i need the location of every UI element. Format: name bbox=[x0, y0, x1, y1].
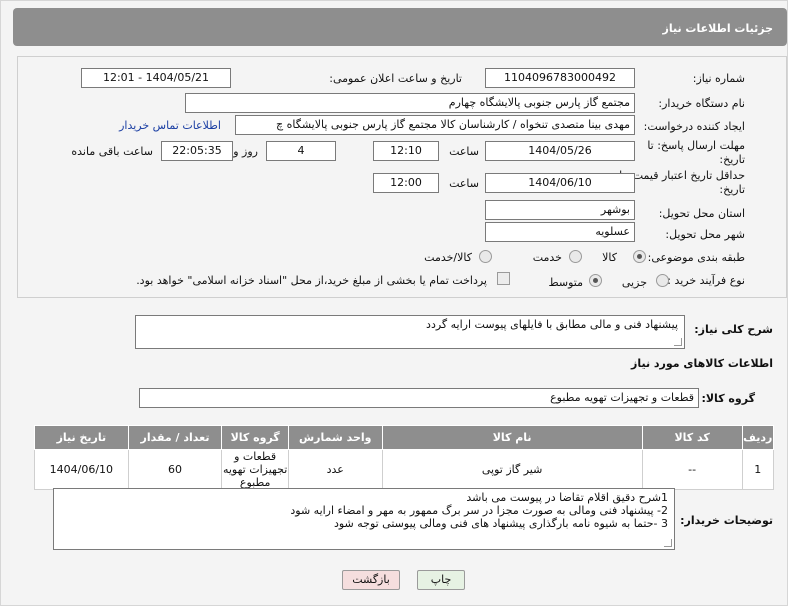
category-radio-goods-service[interactable] bbox=[479, 250, 492, 263]
category-option-service: خدمت bbox=[532, 251, 562, 264]
buyer-note-line-1: 1شرح دقیق اقلام تقاضا در پیوست می باشد bbox=[466, 491, 668, 504]
goods-group-label: گروه کالا: bbox=[701, 392, 755, 405]
reply-time-field[interactable]: 12:10 bbox=[373, 141, 439, 161]
category-option-goods: کالا bbox=[602, 251, 617, 264]
cell-name: شیر گاز توپی bbox=[381, 449, 643, 490]
cell-unit: عدد bbox=[287, 449, 383, 490]
buyer-contact-link[interactable]: اطلاعات تماس خریدار bbox=[119, 119, 221, 132]
goods-info-heading: اطلاعات کالاهای مورد نیاز bbox=[631, 357, 773, 370]
treasury-text: پرداخت تمام یا بخشی از مبلغ خرید،از محل … bbox=[136, 274, 487, 287]
cell-qty: 60 bbox=[127, 449, 223, 490]
col-header-row: ردیف bbox=[741, 425, 775, 450]
announce-field[interactable]: 1404/05/21 - 12:01 bbox=[81, 68, 231, 88]
resize-handle-icon[interactable] bbox=[664, 539, 672, 547]
goods-group-field[interactable]: قطعات و تجهیزات تهویه مطبوع bbox=[139, 388, 699, 408]
page-title: جزئیات اطلاعات نیاز bbox=[13, 8, 787, 46]
price-time-label: ساعت bbox=[449, 177, 479, 190]
creator-field[interactable]: مهدی بینا متصدی تنخواه / کارشناسان کالا … bbox=[235, 115, 635, 135]
city-field[interactable]: عسلویه bbox=[485, 222, 635, 242]
col-header-code: کد کالا bbox=[641, 425, 743, 450]
buyer-notes-field[interactable]: 1شرح دقیق اقلام تقاضا در پیوست می باشد 2… bbox=[53, 488, 675, 550]
page-frame: جزئیات اطلاعات نیاز AriaTender.neT شماره… bbox=[0, 0, 788, 606]
process-radio-medium[interactable] bbox=[589, 274, 602, 287]
print-button[interactable]: چاپ bbox=[417, 570, 465, 590]
col-header-date: تاریخ نیاز bbox=[34, 425, 129, 450]
province-field[interactable]: بوشهر bbox=[485, 200, 635, 220]
reply-time-label: ساعت bbox=[449, 145, 479, 158]
category-option-goods-service: کالا/خدمت bbox=[424, 251, 472, 264]
city-label: شهر محل تحویل: bbox=[665, 228, 745, 241]
col-header-group: گروه کالا bbox=[221, 425, 289, 450]
reply-deadline-label: مهلت ارسال پاسخ: تا تاریخ: bbox=[647, 139, 745, 166]
buyer-note-line-2: 2- پیشنهاد فنی ومالی به صورت مجزا در سر … bbox=[290, 504, 668, 517]
col-header-name: نام کالا bbox=[381, 425, 643, 450]
province-label: استان محل تحویل: bbox=[658, 207, 745, 220]
category-label: طبقه بندی موضوعی: bbox=[647, 251, 745, 264]
cell-code: -- bbox=[641, 449, 743, 490]
reply-date-field[interactable]: 1404/05/26 bbox=[485, 141, 635, 161]
cell-date: 1404/06/10 bbox=[34, 449, 129, 490]
buyer-org-field[interactable]: مجتمع گاز پارس جنوبی پالایشگاه چهارم bbox=[185, 93, 635, 113]
cell-row-number: 1 bbox=[741, 449, 775, 490]
price-date-field[interactable]: 1404/06/10 bbox=[485, 173, 635, 193]
description-text: پیشنهاد فنی و مالی مطابق با فایلهای پیوس… bbox=[426, 318, 678, 331]
price-time-field[interactable]: 12:00 bbox=[373, 173, 439, 193]
back-button[interactable]: بازگشت bbox=[342, 570, 400, 590]
treasury-checkbox[interactable] bbox=[497, 272, 510, 285]
table-row: 1 -- شیر گاز توپی عدد قطعات و تجهیزات ته… bbox=[34, 449, 775, 490]
resize-handle-icon[interactable] bbox=[674, 338, 682, 346]
category-radio-service[interactable] bbox=[569, 250, 582, 263]
process-label: نوع فرآیند خرید : bbox=[667, 274, 745, 287]
need-number-field[interactable]: 1104096783000492 bbox=[485, 68, 635, 88]
remaining-time-label: ساعت باقی مانده bbox=[71, 145, 153, 158]
col-header-unit: واحد شمارش bbox=[287, 425, 383, 450]
description-label: شرح کلی نیاز: bbox=[694, 323, 773, 336]
announce-label: تاریخ و ساعت اعلان عمومی: bbox=[329, 72, 462, 85]
need-number-label: شماره نیاز: bbox=[692, 72, 745, 85]
days-label: روز و bbox=[233, 145, 258, 158]
cell-group: قطعات و تجهیزات تهویه مطبوع bbox=[221, 449, 289, 490]
buyer-org-label: نام دستگاه خریدار: bbox=[658, 97, 745, 110]
remaining-time-field[interactable]: 22:05:35 bbox=[161, 141, 233, 161]
process-option-medium: متوسط bbox=[548, 276, 583, 289]
buyer-notes-label: توضیحات خریدار: bbox=[680, 514, 773, 527]
buyer-note-line-3: 3 -حتما به شیوه نامه بارگذاری پیشنهاد ها… bbox=[333, 517, 668, 530]
process-radio-minor[interactable] bbox=[656, 274, 669, 287]
process-option-minor: جزیی bbox=[621, 276, 647, 289]
category-radio-goods[interactable] bbox=[633, 250, 646, 263]
goods-table: ردیف کد کالا نام کالا واحد شمارش گروه کا… bbox=[34, 425, 775, 490]
creator-label: ایجاد کننده درخواست: bbox=[643, 120, 745, 133]
days-field[interactable]: 4 bbox=[266, 141, 336, 161]
col-header-qty: تعداد / مقدار bbox=[127, 425, 223, 450]
description-field[interactable]: پیشنهاد فنی و مالی مطابق با فایلهای پیوس… bbox=[135, 315, 685, 349]
